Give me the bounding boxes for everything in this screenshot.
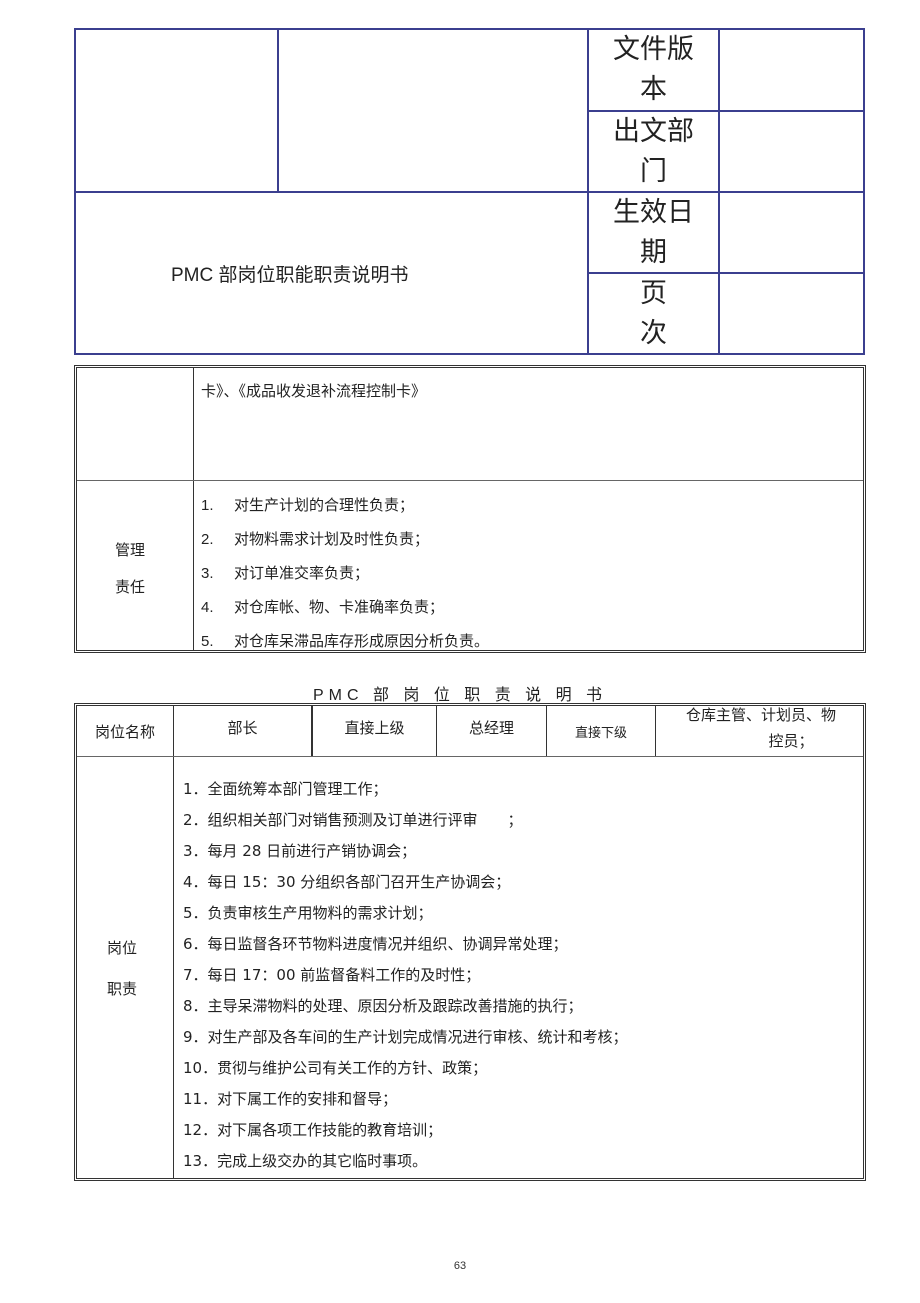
- item-text: 对订单准交率负责；: [234, 564, 370, 582]
- list-item: 4. 对仓库帐、物、卡准确率负责；: [201, 596, 444, 617]
- label-line: 期: [640, 237, 667, 268]
- field-value-version: [720, 30, 865, 110]
- duty-item: 12．对下属各项工作技能的教育培训；: [183, 1121, 443, 1139]
- label-line: 出文部: [613, 116, 694, 147]
- label-line: 生效日: [613, 197, 694, 228]
- field-label-department: 出文部门: [589, 112, 718, 192]
- duties-label: 职责: [107, 980, 138, 998]
- position-duties-table: 岗位名称 部长 直接上级 总经理 直接下级 仓库主管、计划员、物 控员； 岗位 …: [74, 703, 866, 1181]
- item-number: 1.: [201, 497, 214, 514]
- field-label-page: 页次: [589, 274, 718, 354]
- page-number: 63: [453, 1260, 467, 1272]
- table-divider: [173, 706, 174, 1178]
- duty-item: 7．每日 17：00 前监督备料工作的及时性；: [183, 966, 481, 984]
- item-text: 对仓库帐、物、卡准确率负责；: [234, 598, 445, 616]
- label-line: 文件版: [613, 34, 694, 65]
- management-label: 管理: [115, 541, 146, 559]
- list-item: 2. 对物料需求计划及时性负责；: [201, 528, 429, 549]
- field-value-effective-date: [720, 193, 865, 273]
- duty-item: 6．每日监督各环节物料进度情况并组织、协调异常处理；: [183, 935, 568, 953]
- list-item: 1. 对生产计划的合理性负责；: [201, 494, 414, 515]
- item-text: 对物料需求计划及时性负责；: [234, 530, 430, 548]
- subordinate-value: 仓库主管、计划员、物 控员；: [656, 704, 866, 758]
- management-label: 责任: [115, 578, 146, 596]
- continued-text: 卡》、《成品收发退补流程控制卡》: [201, 382, 427, 400]
- label-line: 门: [640, 156, 667, 187]
- subordinate-value-line: 控员；: [768, 732, 814, 750]
- item-text: 对生产计划的合理性负责；: [234, 496, 415, 514]
- position-name-value: 部长: [227, 718, 258, 737]
- duty-item: 13．完成上级交办的其它临时事项。: [183, 1152, 428, 1170]
- duty-item: 5．负责审核生产用物料的需求计划；: [183, 904, 433, 922]
- duty-item: 9．对生产部及各车间的生产计划完成情况进行审核、统计和考核；: [183, 1028, 628, 1046]
- management-responsibility-table: 卡》、《成品收发退补流程控制卡》 管理 责任 1. 对生产计划的合理性负责； 2.…: [74, 365, 866, 653]
- superior-label: 直接上级: [344, 718, 405, 737]
- position-name-label: 岗位名称: [94, 722, 155, 741]
- document-title: PMC 部岗位职能职责说明书: [171, 265, 409, 286]
- field-label-version: 文件版本: [589, 30, 718, 110]
- item-number: 2.: [201, 531, 214, 548]
- duty-item: 11．对下属工作的安排和督导；: [183, 1090, 398, 1108]
- duty-item: 8．主导呆滞物料的处理、原因分析及跟踪改善措施的执行；: [183, 997, 583, 1015]
- duty-item: 4．每日 15：30 分组织各部门召开生产协调会；: [183, 873, 511, 891]
- superior-value: 总经理: [468, 718, 514, 737]
- list-item: 3. 对订单准交率负责；: [201, 562, 369, 583]
- duty-item: 3．每月 28 日前进行产销协调会；: [183, 842, 417, 860]
- label-line: 页: [640, 278, 667, 309]
- header-divider: [277, 30, 279, 191]
- document-header-table: PMC 部岗位职能职责说明书 文件版本 出文部门 生效日期 页次: [74, 28, 865, 355]
- duty-item: 10．贯彻与维护公司有关工作的方针、政策；: [183, 1059, 488, 1077]
- header-divider: [76, 191, 587, 193]
- duty-item: 2．组织相关部门对销售预测及订单进行评审 ；: [183, 811, 523, 829]
- item-number: 4.: [201, 599, 214, 616]
- field-label-effective-date: 生效日期: [589, 193, 718, 273]
- duty-item: 1．全面统筹本部门管理工作；: [183, 780, 388, 798]
- table-divider: [77, 480, 863, 481]
- duties-label: 岗位: [107, 939, 138, 957]
- item-number: 5.: [201, 633, 214, 650]
- list-item: 5. 对仓库呆滞品库存形成原因分析负责。: [201, 630, 489, 651]
- field-value-department: [720, 112, 865, 192]
- subordinate-label: 直接下级: [574, 725, 627, 741]
- table-divider: [193, 368, 194, 650]
- label-line: 本: [640, 74, 667, 105]
- field-value-page: [720, 274, 865, 354]
- item-number: 3.: [201, 565, 214, 582]
- label-line: 次: [640, 318, 667, 349]
- item-text: 对仓库呆滞品库存形成原因分析负责。: [234, 632, 490, 650]
- subordinate-value-line: 仓库主管、计划员、物: [685, 706, 836, 724]
